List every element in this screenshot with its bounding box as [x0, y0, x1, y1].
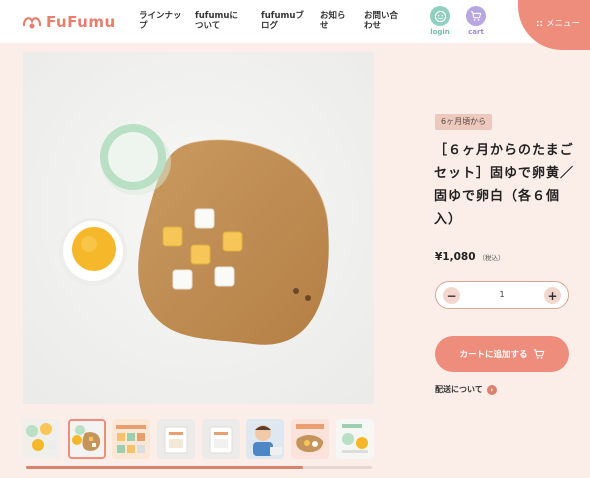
thumbnail-image [112, 419, 150, 459]
site-header: FuFumu ラインナップ fufumuについて fufumuブログ お知らせ … [0, 0, 590, 43]
product-title: ［６ヶ月からのたまごセット］固ゆで卵黄／固ゆで卵白（各６個入） [434, 143, 575, 227]
quantity-stepper: − 1 + [435, 281, 569, 309]
tax-note: （税込） [478, 254, 505, 262]
login-button[interactable] [430, 6, 450, 26]
thumbnail-strip [22, 419, 376, 459]
thumbnail-image [22, 419, 60, 459]
thumbnail-image [246, 419, 284, 459]
nav-about[interactable]: fufumuについて [195, 11, 241, 31]
shipping-link[interactable]: 配送について › [435, 384, 497, 395]
thumbnail-image [70, 421, 104, 457]
increment-button[interactable]: + [544, 287, 561, 304]
add-to-cart-button[interactable]: カートに追加する [435, 336, 569, 372]
menu-label: メニュー [545, 19, 580, 29]
login-label[interactable]: login [425, 28, 455, 36]
dots-grid-icon [536, 20, 543, 26]
menu-label-wrap: メニュー [536, 17, 580, 29]
thumbnail-3[interactable] [112, 419, 150, 459]
thumbnail-6[interactable] [246, 419, 284, 459]
logo[interactable]: FuFumu [22, 12, 116, 32]
nav-lineup[interactable]: ラインナップ [139, 11, 185, 31]
age-badge: 6ヶ月頃から [435, 114, 493, 130]
thumbnail-scrollbar[interactable] [26, 466, 372, 469]
thumbnail-7[interactable] [291, 419, 329, 459]
logo-text: FuFumu [46, 13, 116, 31]
smiley-icon [434, 10, 446, 22]
price: ¥1,080 （税込） [435, 251, 505, 263]
cart-icon [533, 349, 544, 359]
scrollbar-thumb[interactable] [26, 466, 303, 469]
thumbnail-8[interactable] [336, 419, 374, 459]
thumbnail-2[interactable] [68, 419, 106, 459]
product-main-image [23, 52, 374, 404]
logo-mark-icon [22, 17, 42, 29]
thumbnail-image [336, 419, 374, 459]
cart-icon [470, 11, 482, 21]
chevron-right-icon: › [486, 384, 497, 395]
thumbnail-5[interactable] [202, 419, 240, 459]
thumbnail-image [157, 419, 195, 459]
nav-blog[interactable]: fufumuブログ [261, 11, 307, 31]
product-photo-illustration [23, 52, 374, 404]
thumbnail-image [202, 419, 240, 459]
cart-header-button[interactable] [466, 6, 486, 26]
add-to-cart-label: カートに追加する [459, 350, 528, 360]
cart-label[interactable]: cart [461, 28, 491, 36]
nav-contact[interactable]: お問い合わせ [364, 11, 406, 31]
thumbnail-image [291, 419, 329, 459]
nav-news[interactable]: お知らせ [320, 11, 350, 31]
shipping-label: 配送について [435, 385, 483, 394]
thumbnail-1[interactable] [22, 419, 60, 459]
price-value: ¥1,080 [435, 251, 476, 263]
thumbnail-4[interactable] [157, 419, 195, 459]
